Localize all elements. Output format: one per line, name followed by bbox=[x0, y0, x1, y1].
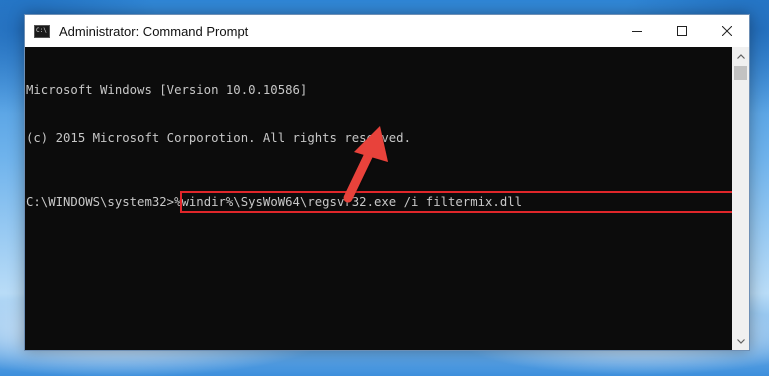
command-highlight-box bbox=[180, 191, 732, 213]
minimize-icon bbox=[631, 31, 642, 32]
cmd-icon-glyph: C:\ bbox=[36, 26, 47, 34]
maximize-icon bbox=[676, 26, 687, 36]
minimize-button[interactable] bbox=[614, 15, 659, 47]
title-bar[interactable]: C:\ Administrator: Command Prompt bbox=[25, 15, 749, 47]
scroll-thumb[interactable] bbox=[734, 66, 747, 80]
chevron-down-icon bbox=[736, 338, 745, 344]
close-button[interactable] bbox=[704, 15, 749, 47]
console-line: Microsoft Windows [Version 10.0.10586] bbox=[26, 83, 308, 97]
prompt-path: C:\WINDOWS\system32> bbox=[26, 195, 175, 209]
vertical-scrollbar[interactable] bbox=[732, 47, 749, 350]
scroll-down-button[interactable] bbox=[732, 333, 749, 349]
window-title: Administrator: Command Prompt bbox=[59, 23, 249, 39]
maximize-button[interactable] bbox=[659, 15, 704, 47]
chevron-up-icon bbox=[736, 53, 745, 59]
cmd-icon[interactable]: C:\ bbox=[34, 24, 50, 38]
close-icon bbox=[721, 26, 732, 36]
scroll-up-button[interactable] bbox=[732, 48, 749, 64]
red-pointer-arrow bbox=[343, 126, 388, 203]
